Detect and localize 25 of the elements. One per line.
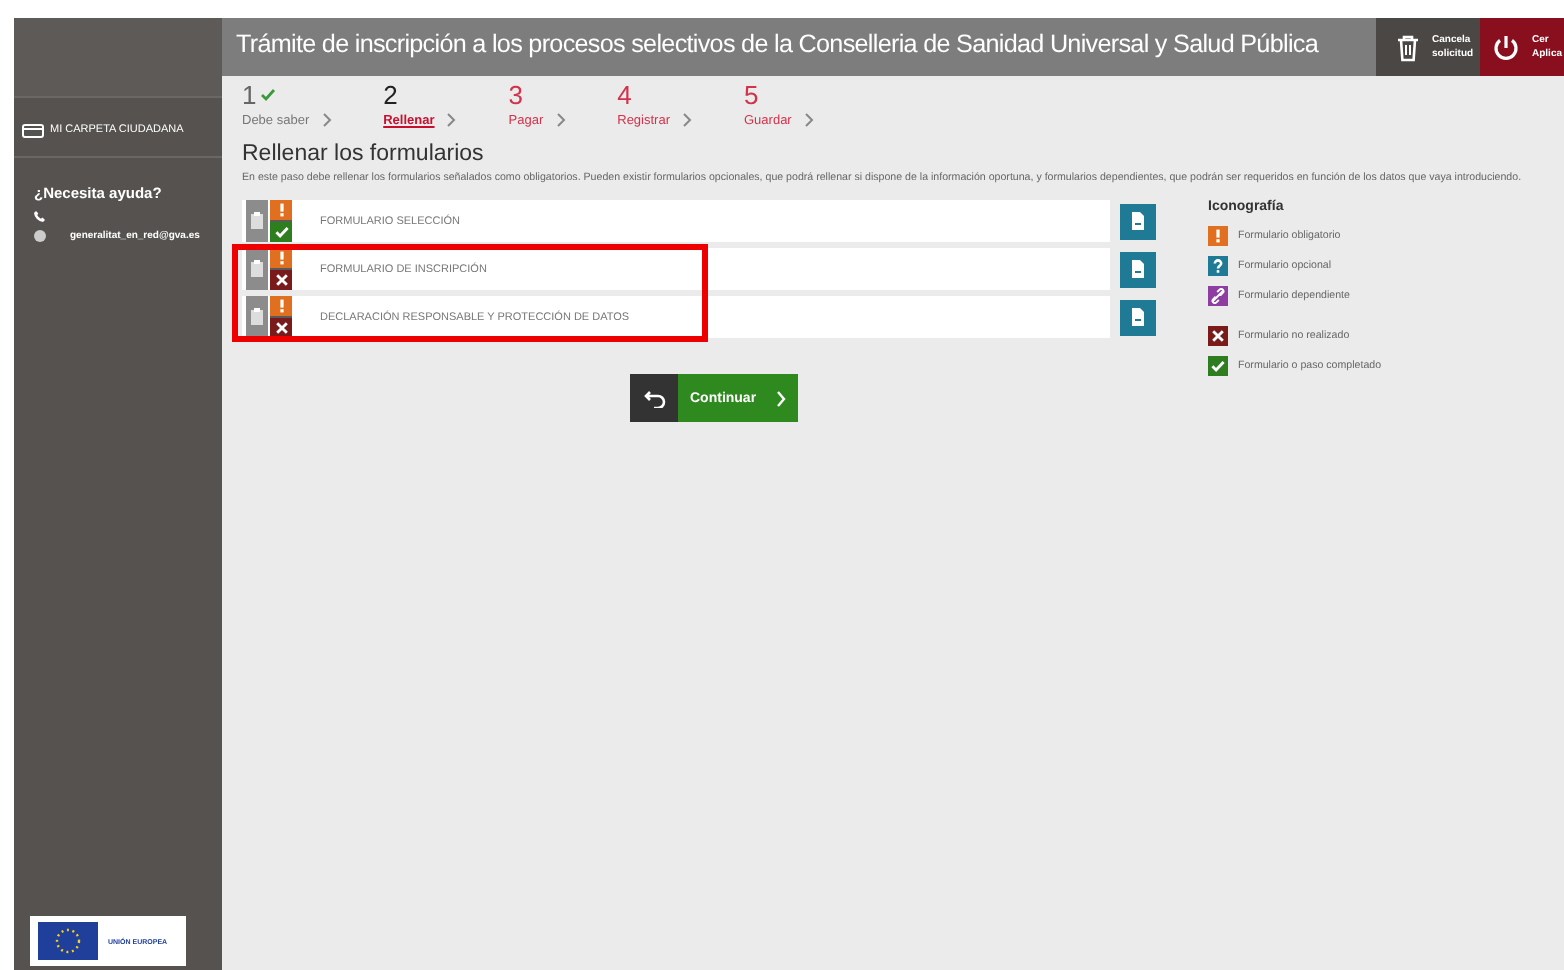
step-number: 2: [383, 80, 400, 108]
document-icon: [1130, 308, 1146, 326]
document-icon: [1130, 212, 1146, 230]
step-number: 3: [508, 80, 525, 108]
chevron-icon: [803, 112, 814, 128]
document-button[interactable]: [1120, 251, 1156, 287]
phone-icon: [34, 210, 46, 222]
clipboard-icon: [246, 200, 268, 242]
step-number: 5: [744, 80, 761, 108]
chevron-icon: [446, 112, 457, 128]
document-button[interactable]: [1120, 203, 1156, 239]
document-icon: [1130, 260, 1146, 278]
chevron-icon: [555, 112, 566, 128]
chevron-icon: [682, 112, 692, 128]
document-button[interactable]: [1120, 299, 1156, 335]
step-number: 1: [242, 80, 332, 108]
chevron-icon: [776, 389, 786, 407]
section-heading: Rellenar los formularios: [242, 142, 486, 166]
chevron-icon: [321, 112, 332, 128]
clipboard-icon: [246, 296, 268, 338]
trash-icon: [1396, 33, 1420, 61]
power-icon: [1492, 33, 1520, 61]
step-number: 4: [617, 80, 634, 108]
window-title: Trámite de inscripción a los procesos selectivos de la Conselleria de Sanidad Universal y Salud Pública: [234, 28, 1321, 62]
clipboard-icon: [246, 248, 268, 290]
